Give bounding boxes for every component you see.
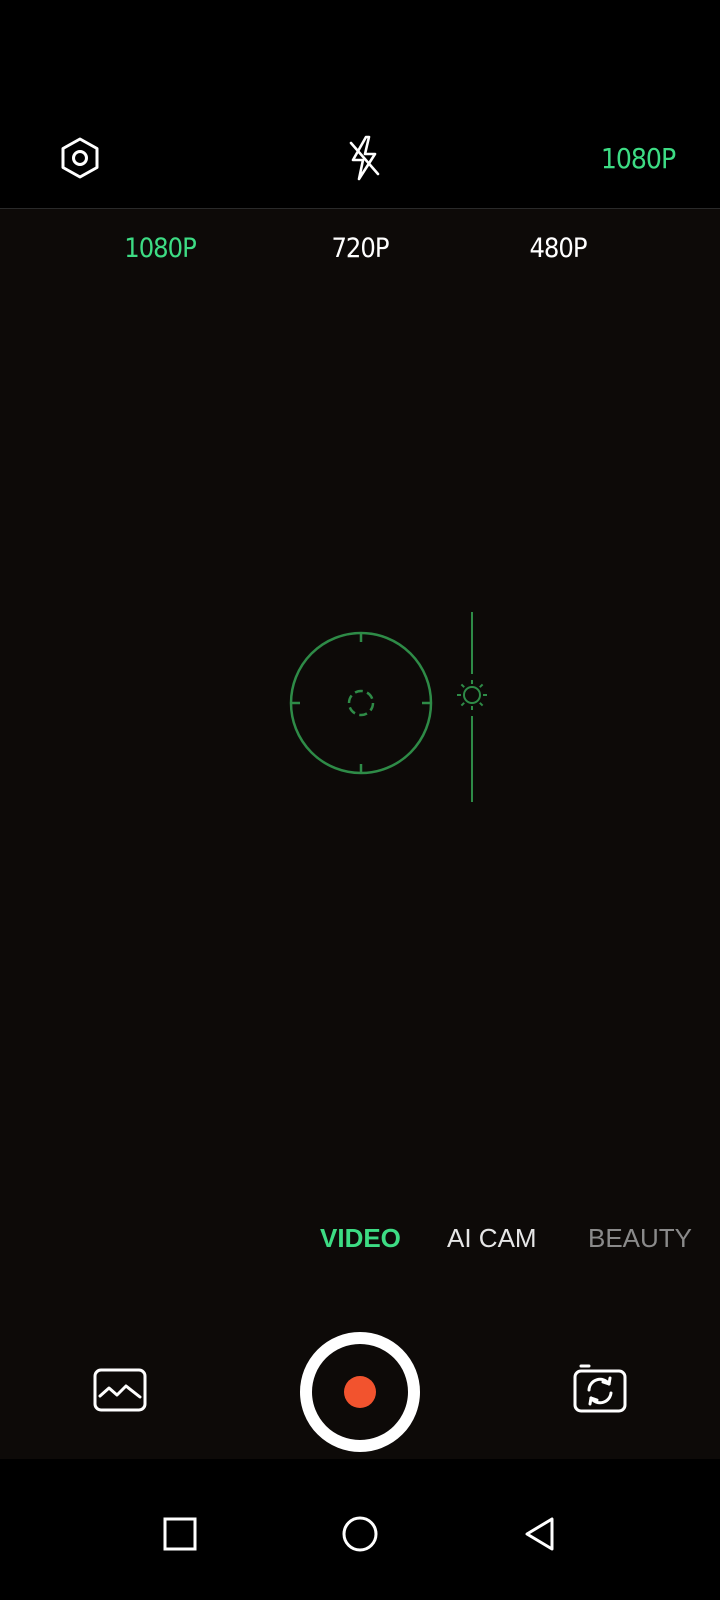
exposure-slider[interactable] bbox=[452, 612, 492, 802]
gallery-icon bbox=[93, 1368, 147, 1412]
nav-home-button[interactable] bbox=[340, 1514, 380, 1554]
mode-ai-cam[interactable]: AI CAM bbox=[447, 1216, 537, 1260]
mode-beauty[interactable]: BEAUTY bbox=[588, 1216, 692, 1260]
nav-back-button[interactable] bbox=[520, 1514, 560, 1554]
mode-video[interactable]: VIDEO bbox=[320, 1216, 401, 1260]
mode-selector: VIDEO AI CAM BEAUTY bbox=[0, 1216, 720, 1260]
switch-camera-button[interactable] bbox=[572, 1360, 628, 1416]
hexagon-settings-icon bbox=[61, 137, 99, 179]
resolution-selector: 1080P 720P 480P bbox=[0, 226, 720, 270]
nav-recents-button[interactable] bbox=[160, 1514, 200, 1554]
settings-button[interactable] bbox=[52, 130, 108, 186]
flash-off-icon bbox=[349, 135, 380, 181]
resolution-option-480p[interactable]: 480P bbox=[508, 226, 608, 270]
navigation-bar bbox=[0, 1480, 720, 1600]
switch-camera-icon bbox=[573, 1364, 627, 1413]
camera-viewfinder[interactable] bbox=[0, 209, 720, 1459]
status-bar bbox=[0, 0, 720, 108]
record-icon bbox=[344, 1376, 376, 1408]
resolution-option-720p[interactable]: 720P bbox=[310, 226, 410, 270]
sun-icon bbox=[457, 680, 487, 710]
circle-home-icon bbox=[342, 1516, 378, 1552]
current-resolution-button[interactable]: 1080P bbox=[596, 136, 680, 180]
resolution-option-1080p[interactable]: 1080P bbox=[110, 226, 210, 270]
record-button[interactable] bbox=[300, 1332, 420, 1452]
top-toolbar: 1080P bbox=[0, 108, 720, 209]
square-recents-icon bbox=[163, 1517, 197, 1551]
triangle-back-icon bbox=[525, 1517, 554, 1551]
gallery-button[interactable] bbox=[92, 1366, 148, 1414]
focus-ring bbox=[289, 631, 433, 775]
flash-toggle-button[interactable] bbox=[336, 130, 392, 186]
